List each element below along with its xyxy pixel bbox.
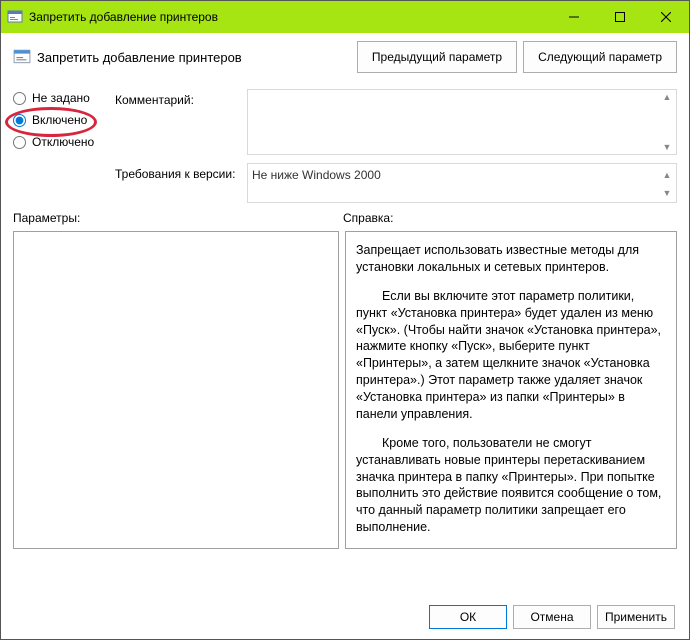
help-paragraph: Однако этот параметр не запрещает устано… — [356, 548, 666, 549]
radio-not-configured[interactable]: Не задано — [13, 91, 109, 105]
policy-title: Запретить добавление принтеров — [37, 50, 351, 65]
policy-icon — [13, 48, 31, 66]
radio-enabled-input[interactable] — [13, 114, 26, 127]
requirements-value: Не ниже Windows 2000 — [252, 168, 381, 182]
header-row: Запретить добавление принтеров Предыдущи… — [1, 33, 689, 77]
comment-label: Комментарий: — [115, 89, 243, 107]
section-labels-row: Параметры: Справка: — [1, 203, 689, 227]
help-panel[interactable]: Запрещает использовать известные методы … — [345, 231, 677, 549]
scroll-up-icon[interactable]: ▲ — [663, 92, 672, 102]
help-paragraph: Если вы включите этот параметр политики,… — [356, 288, 666, 423]
options-label: Параметры: — [13, 211, 343, 225]
cancel-button[interactable]: Отмена — [513, 605, 591, 629]
comment-scroll[interactable]: ▲ ▼ — [660, 92, 674, 152]
requirements-row: Требования к версии: Не ниже Windows 200… — [115, 163, 677, 203]
maximize-button[interactable] — [597, 1, 643, 33]
window-title: Запретить добавление принтеров — [29, 10, 551, 24]
radio-group: Не задано Включено Отключено — [13, 81, 109, 203]
options-panel — [13, 231, 339, 549]
radio-not-configured-input[interactable] — [13, 92, 26, 105]
radio-disabled[interactable]: Отключено — [13, 135, 109, 149]
help-paragraph: Запрещает использовать известные методы … — [356, 242, 666, 276]
requirements-box: Не ниже Windows 2000 ▲ ▼ — [247, 163, 677, 203]
editor-icon — [7, 9, 23, 25]
help-paragraph: Кроме того, пользователи не смогут устан… — [356, 435, 666, 536]
dialog-footer: ОК Отмена Применить — [429, 605, 675, 629]
ok-button[interactable]: ОК — [429, 605, 507, 629]
radio-enabled[interactable]: Включено — [13, 113, 109, 127]
scroll-down-icon[interactable]: ▼ — [663, 184, 672, 202]
radio-disabled-label: Отключено — [32, 135, 94, 149]
requirements-label: Требования к версии: — [115, 163, 243, 181]
apply-button[interactable]: Применить — [597, 605, 675, 629]
radio-disabled-input[interactable] — [13, 136, 26, 149]
help-label: Справка: — [343, 211, 677, 225]
scroll-up-icon[interactable]: ▲ — [663, 166, 672, 184]
comment-input[interactable]: ▲ ▼ — [247, 89, 677, 155]
radio-not-configured-label: Не задано — [32, 91, 90, 105]
previous-setting-button[interactable]: Предыдущий параметр — [357, 41, 517, 73]
radio-enabled-label: Включено — [32, 113, 87, 127]
settings-content: Не задано Включено Отключено Комментарий… — [1, 77, 689, 203]
minimize-button[interactable] — [551, 1, 597, 33]
panels-row: Запрещает использовать известные методы … — [1, 227, 689, 549]
req-scroll[interactable]: ▲ ▼ — [660, 166, 674, 200]
close-button[interactable] — [643, 1, 689, 33]
comment-row: Комментарий: ▲ ▼ — [115, 89, 677, 155]
next-setting-button[interactable]: Следующий параметр — [523, 41, 677, 73]
scroll-down-icon[interactable]: ▼ — [663, 142, 672, 152]
titlebar: Запретить добавление принтеров — [1, 1, 689, 33]
fields-column: Комментарий: ▲ ▼ Требования к версии: Не… — [115, 81, 677, 203]
